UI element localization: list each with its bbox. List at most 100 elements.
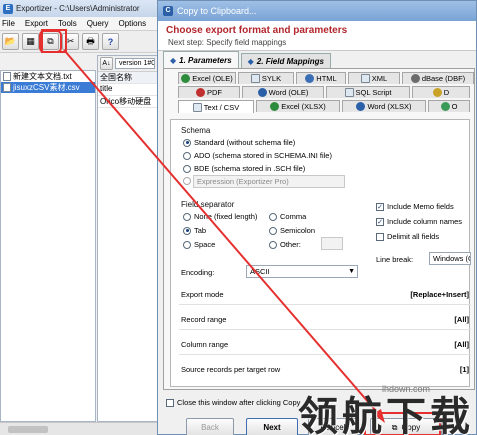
xml-icon [360,74,370,83]
horizontal-scrollbar[interactable] [0,422,160,435]
menu-tools[interactable]: Tools [58,19,77,28]
record-range-value[interactable]: [All] [454,315,469,324]
tab-html[interactable]: HTML [296,72,346,84]
sort-icon[interactable]: A↓ [100,57,113,70]
grid-icon[interactable]: ▦ [22,33,39,50]
menu-file[interactable]: File [2,19,15,28]
tab-xml[interactable]: XML [348,72,400,84]
sql-icon [344,88,354,97]
include-column-names-checkbox[interactable]: ✓ Include column names [376,217,462,226]
encoding-combo[interactable]: ASCII ▼ [246,265,358,278]
include-memo-checkbox[interactable]: ✓ Include Memo fields [376,202,454,211]
text-csv-options: Schema Standard (without schema file) AD… [170,119,471,387]
column-range-label: Column range [181,340,229,349]
text-file-icon [192,102,202,112]
data-grid[interactable]: A↓ version 1#00 全国名称 title Orico移动硬盘 [97,55,160,422]
main-window-title: Exportizer - C:\Users\Administrator [16,4,140,13]
schema-bde-radio[interactable]: BDE (schema stored in .SCH file) [183,164,305,173]
main-toolbar: 📂 ▦ ⧉ ✂ 🖶 ? [0,30,159,53]
records-per-row-label: Source records per target row [181,365,281,374]
divider [179,304,471,305]
separator-tab-radio[interactable]: Tab [183,226,206,235]
copy-icon[interactable]: ⧉ [39,30,62,53]
menu-options[interactable]: Options [119,19,147,28]
line-break-combo[interactable]: Windows (CR + LF) [429,252,471,265]
tab-word-xlsx[interactable]: Word (XLSX) [342,100,426,112]
tab-dbase[interactable]: dBase (DBF) [402,72,474,84]
scrollbar-thumb[interactable] [8,426,48,433]
schema-expression-field[interactable]: Expression (Exportizer Pro) [193,175,345,188]
word-icon [356,102,366,111]
schema-ado-radio[interactable]: ADO (schema stored in SCHEMA.INI file) [183,151,332,160]
help-icon[interactable]: ? [102,33,119,50]
dialog-title: Copy to Clipboard... [177,6,257,16]
separator-other-field[interactable] [321,237,343,250]
parameters-panel: Excel (OLE) SYLK HTML XML dBase (DBF) PD… [163,68,475,390]
encoding-label: Encoding: [181,268,215,277]
separator-semicolon-radio[interactable]: Semicolon [269,226,315,235]
html-icon [305,74,315,83]
grid-toolbar: A↓ version 1#00 [98,56,159,72]
dbase-icon [410,74,420,83]
divider [179,329,471,330]
step-tabs: ◆ 1. Parameters ◆ 2. Field Mappings [163,51,331,68]
menu-export[interactable]: Export [25,19,48,28]
app-icon: E [3,3,13,14]
next-button[interactable]: Next [246,418,298,435]
exportizer-window: E Exportizer - C:\Users\Administrator Fi… [0,0,160,435]
open-folder-icon[interactable]: 📂 [2,33,19,50]
arrow-right-icon: ◆ [247,56,254,66]
close-window-checkbox[interactable]: Close this window after clicking Copy [166,398,300,407]
tab-more-o[interactable]: O [428,100,470,112]
tab-excel-xlsx[interactable]: Excel (XLSX) [256,100,340,112]
table-row[interactable]: Orico移动硬盘 [98,96,159,108]
word-icon [257,88,267,97]
separator-other-radio[interactable]: Other: [269,240,301,249]
header-title: Choose export format and parameters [166,25,348,36]
print-icon[interactable]: 🖶 [82,33,99,50]
separator-none-radio[interactable]: None (fixed length) [183,212,257,221]
table-row[interactable]: title [98,84,159,96]
table-row[interactable]: 全国名称 [98,72,159,84]
tab-text-csv[interactable]: Text / CSV [178,100,254,113]
tab-parameters[interactable]: ◆ 1. Parameters [163,51,239,68]
grid-combo[interactable]: version 1#00 [115,58,155,69]
checkmark-icon: ✓ [376,217,384,226]
menu-query[interactable]: Query [87,19,109,28]
list-item[interactable]: 新建文本文档.txt [1,71,95,82]
sylk-icon [250,74,260,83]
list-item[interactable]: jisuxzCSV素材.csv [1,82,95,93]
dialog-header: Choose export format and parameters Next… [158,21,476,51]
file-list[interactable]: 新建文本文档.txt jisuxzCSV素材.csv [0,70,96,422]
checkmark-icon: ✓ [376,202,384,211]
odt-icon [440,102,450,111]
tab-more-d[interactable]: D [412,86,470,98]
dialog-icon: C [163,6,173,16]
column-range-value[interactable]: [All] [454,340,469,349]
tab-word-ole[interactable]: Word (OLE) [242,86,324,98]
separator-comma-radio[interactable]: Comma [269,212,306,221]
separator-space-radio[interactable]: Space [183,240,215,249]
db-icon [432,88,442,97]
field-separator-label: Field separator [181,200,235,209]
tab-sql-script[interactable]: SQL Script [326,86,410,98]
tab-excel-ole[interactable]: Excel (OLE) [178,72,236,84]
format-tabs-row-2: PDF Word (OLE) SQL Script D [178,86,470,98]
main-menu-bar: File Export Tools Query Options [0,17,159,31]
delimit-all-checkbox[interactable]: Delimit all fields [376,232,439,241]
schema-standard-radio[interactable]: Standard (without schema file) [183,138,295,147]
export-mode-value[interactable]: [Replace+Insert] [410,290,469,299]
tab-field-mappings[interactable]: ◆ 2. Field Mappings [240,53,331,68]
cut-icon[interactable]: ✂ [62,33,79,50]
line-break-label: Line break: [376,255,414,264]
records-per-row-value[interactable]: [1] [460,365,469,374]
csv-file-icon [3,83,11,92]
schema-expression-radio[interactable] [183,177,191,185]
back-button[interactable]: Back [186,418,234,435]
pdf-icon [196,88,205,97]
chevron-down-icon: ▼ [348,268,355,275]
tab-pdf[interactable]: PDF [178,86,240,98]
main-title-bar: E Exportizer - C:\Users\Administrator [0,0,159,17]
record-range-label: Record range [181,315,227,324]
tab-sylk[interactable]: SYLK [238,72,294,84]
